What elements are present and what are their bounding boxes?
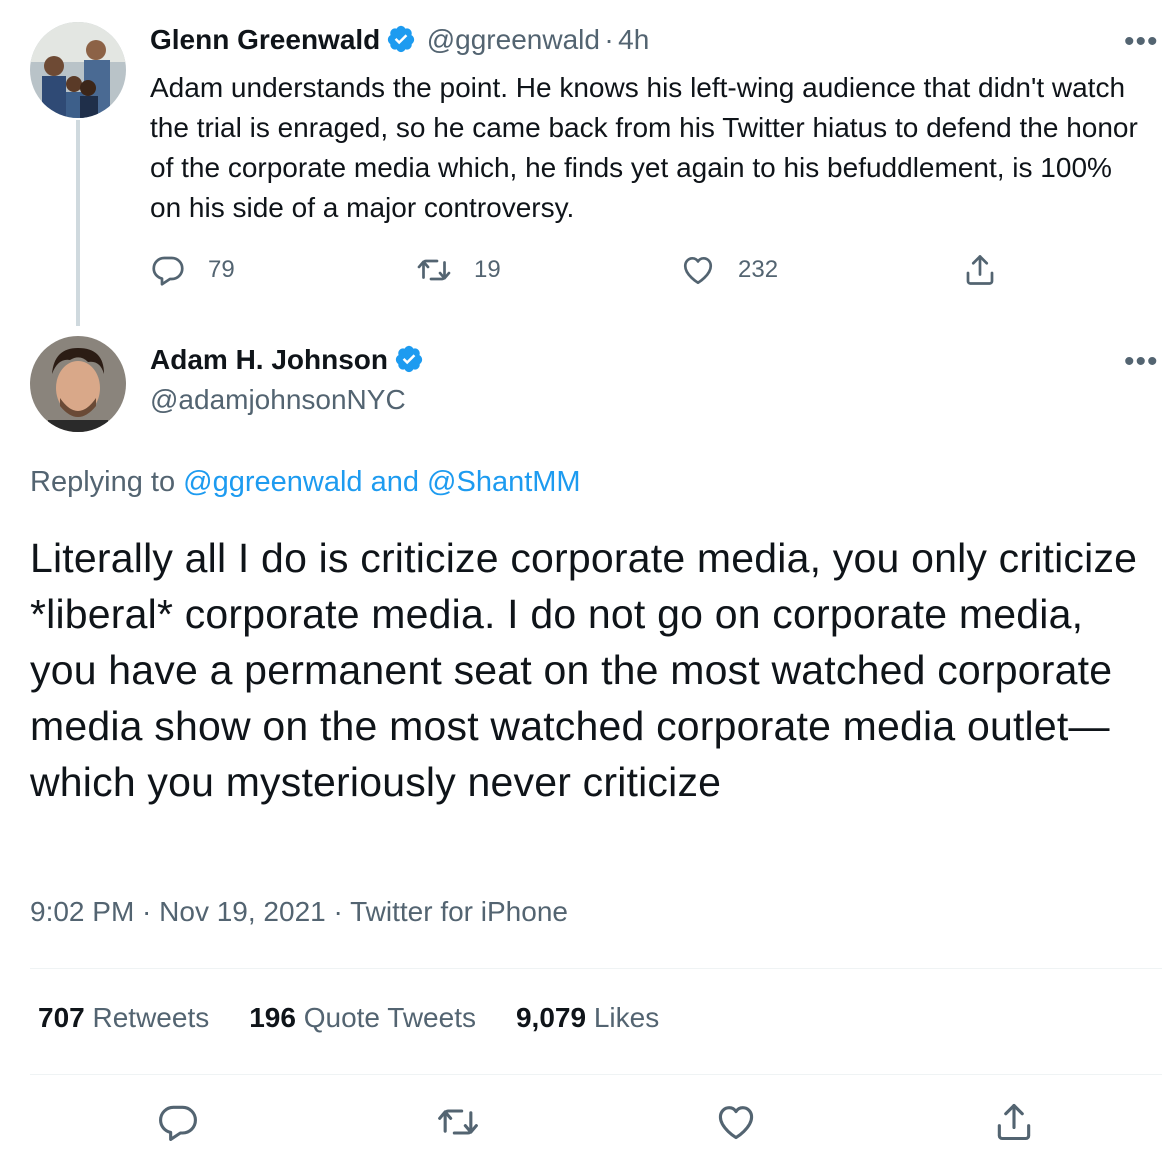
- thread-connector-line: [76, 120, 80, 326]
- reply-icon[interactable]: [156, 1100, 200, 1144]
- parent-reply-count: 79: [208, 256, 235, 283]
- parent-more-options-button[interactable]: •••: [1124, 27, 1159, 57]
- reply-icon: [152, 256, 184, 286]
- engagement-stats: 707 Retweets 196 Quote Tweets 9,079 Like…: [38, 1002, 659, 1034]
- verified-badge-icon: [395, 345, 423, 373]
- parent-tweet-text: Adam understands the point. He knows his…: [150, 72, 1138, 223]
- quote-tweets-label: Quote Tweets: [303, 1002, 476, 1033]
- share-icon[interactable]: [992, 1100, 1036, 1144]
- divider: [30, 968, 1162, 969]
- parent-tweet-time[interactable]: 4h: [618, 24, 649, 55]
- parent-author-handle[interactable]: @ggreenwald: [427, 24, 600, 55]
- parent-retweet-count: 19: [474, 256, 501, 283]
- parent-retweet-button[interactable]: 19: [416, 252, 501, 288]
- parent-reply-button[interactable]: 79: [150, 252, 235, 288]
- retweets-value: 707: [38, 1002, 85, 1033]
- tweet-timestamp-source[interactable]: 9:02 PM · Nov 19, 2021 · Twitter for iPh…: [30, 896, 568, 928]
- retweets-label: Retweets: [92, 1002, 210, 1033]
- retweets-stat[interactable]: 707 Retweets: [38, 1002, 209, 1034]
- parent-like-button[interactable]: 232: [680, 252, 778, 288]
- main-tweet-text: Literally all I do is criticize corporat…: [30, 535, 1138, 805]
- quote-tweets-value: 196: [249, 1002, 296, 1033]
- divider: [30, 1074, 1162, 1075]
- main-author-name[interactable]: Adam H. Johnson: [150, 344, 388, 375]
- likes-value: 9,079: [515, 1002, 587, 1033]
- verified-badge-icon: [388, 25, 415, 53]
- main-author-handle[interactable]: @adamjohnsonNYC: [150, 384, 406, 416]
- share-icon: [966, 255, 994, 285]
- quote-tweets-stat[interactable]: 196 Quote Tweets: [249, 1002, 476, 1034]
- parent-share-button[interactable]: [962, 252, 998, 288]
- retweet-icon[interactable]: [436, 1100, 480, 1144]
- replying-to: Replying to @ggreenwald and @ShantMM: [30, 466, 581, 499]
- heart-icon[interactable]: [714, 1100, 758, 1144]
- main-author-name-row: Adam H. Johnson: [150, 344, 424, 376]
- replying-to-users-link[interactable]: @ggreenwald and @ShantMM: [183, 466, 580, 498]
- parent-author-name[interactable]: Glenn Greenwald: [150, 24, 380, 55]
- replying-to-prefix: Replying to: [30, 466, 176, 498]
- heart-icon: [683, 256, 713, 285]
- likes-label: Likes: [593, 1002, 660, 1033]
- retweet-icon: [417, 259, 451, 281]
- parent-tweet-header: Glenn Greenwald @ggreenwald · 4h: [150, 24, 649, 56]
- main-more-options-button[interactable]: •••: [1124, 347, 1159, 377]
- likes-stat[interactable]: 9,079 Likes: [516, 1002, 659, 1034]
- header-separator: ·: [604, 24, 614, 55]
- adam-johnson-avatar[interactable]: [30, 336, 126, 432]
- parent-like-count: 232: [738, 256, 779, 283]
- glenn-greenwald-avatar[interactable]: [30, 22, 126, 118]
